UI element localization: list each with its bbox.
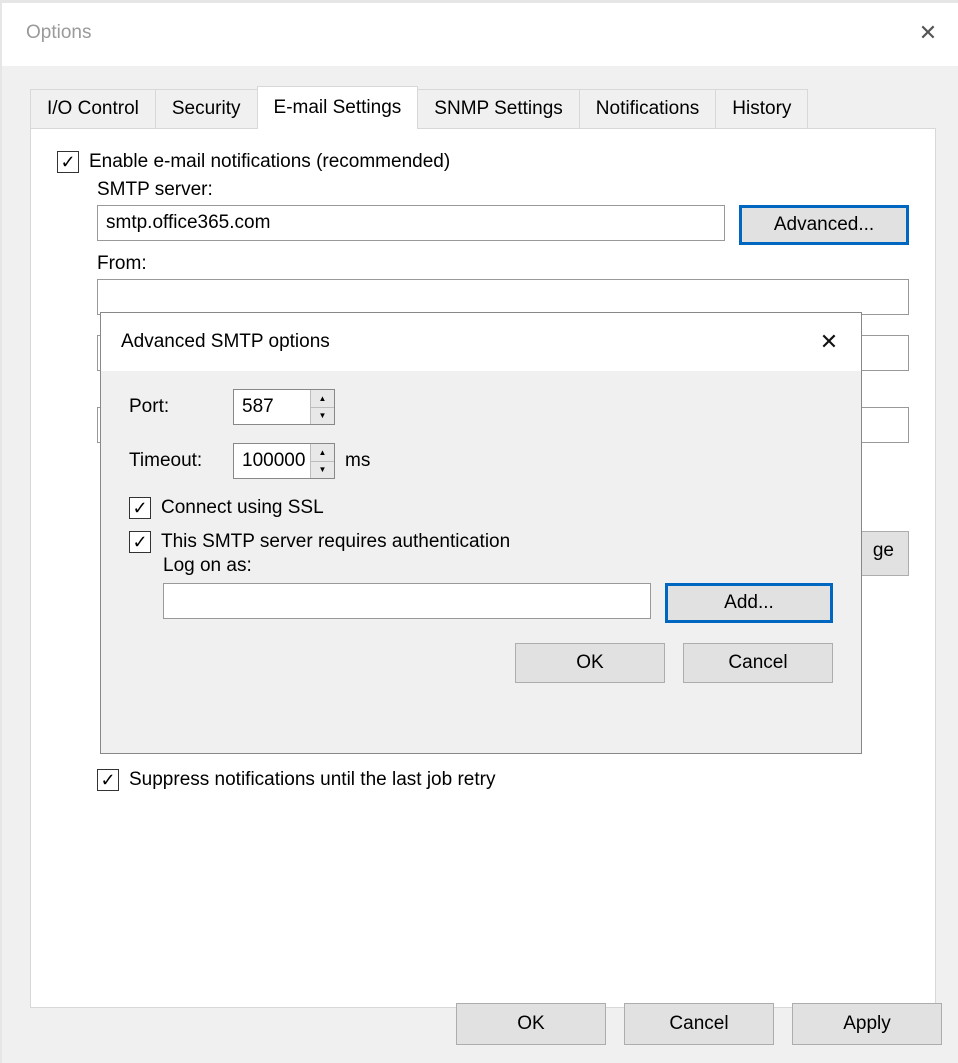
timeout-spin-up-icon[interactable]: ▲ bbox=[311, 444, 334, 462]
tab-snmp-settings[interactable]: SNMP Settings bbox=[417, 89, 579, 128]
enable-email-label: Enable e-mail notifications (recommended… bbox=[89, 151, 450, 173]
port-label: Port: bbox=[129, 396, 233, 418]
suppress-label: Suppress notifications until the last jo… bbox=[129, 769, 495, 791]
advanced-smtp-dialog: Advanced SMTP options ✕ Port: ▲ ▼ Timeou… bbox=[100, 312, 862, 754]
timeout-row: Timeout: ▲ ▼ ms bbox=[129, 443, 833, 479]
port-spinbox: ▲ ▼ bbox=[233, 389, 335, 425]
from-input[interactable] bbox=[97, 279, 909, 315]
add-button[interactable]: Add... bbox=[665, 583, 833, 623]
dialog-ok-button[interactable]: OK bbox=[515, 643, 665, 683]
titlebar: Options ✕ bbox=[2, 3, 958, 63]
tab-io-control[interactable]: I/O Control bbox=[30, 89, 156, 128]
timeout-spinbox: ▲ ▼ bbox=[233, 443, 335, 479]
dialog-titlebar: Advanced SMTP options ✕ bbox=[101, 313, 861, 371]
port-row: Port: ▲ ▼ bbox=[129, 389, 833, 425]
tab-strip: I/O Control Security E-mail Settings SNM… bbox=[30, 86, 936, 128]
close-icon[interactable]: ✕ bbox=[906, 20, 950, 46]
timeout-label: Timeout: bbox=[129, 450, 233, 472]
enable-row: Enable e-mail notifications (recommended… bbox=[57, 151, 909, 173]
timeout-input[interactable] bbox=[234, 444, 310, 478]
auth-row: This SMTP server requires authentication bbox=[129, 531, 833, 553]
dialog-cancel-button[interactable]: Cancel bbox=[683, 643, 833, 683]
advanced-button[interactable]: Advanced... bbox=[739, 205, 909, 245]
port-input[interactable] bbox=[234, 390, 310, 424]
tab-notifications[interactable]: Notifications bbox=[579, 89, 717, 128]
close-icon[interactable]: ✕ bbox=[811, 329, 847, 355]
send-test-partial-text: ge bbox=[873, 540, 894, 562]
dialog-body: Port: ▲ ▼ Timeout: ▲ ▼ ms Conne bbox=[101, 371, 861, 753]
bottom-bar: OK Cancel Apply bbox=[456, 1003, 942, 1045]
ssl-label: Connect using SSL bbox=[161, 497, 324, 519]
ssl-row: Connect using SSL bbox=[129, 497, 833, 519]
timeout-spin-down-icon[interactable]: ▼ bbox=[311, 462, 334, 479]
cancel-button[interactable]: Cancel bbox=[624, 1003, 774, 1045]
smtp-server-label: SMTP server: bbox=[97, 179, 909, 201]
suppress-checkbox[interactable] bbox=[97, 769, 119, 791]
tab-email-settings[interactable]: E-mail Settings bbox=[257, 86, 419, 129]
timeout-unit: ms bbox=[345, 450, 370, 472]
dialog-buttons: OK Cancel bbox=[129, 643, 833, 683]
from-block: From: bbox=[97, 253, 909, 315]
enable-email-checkbox[interactable] bbox=[57, 151, 79, 173]
auth-label: This SMTP server requires authentication bbox=[161, 531, 510, 553]
tab-history[interactable]: History bbox=[715, 89, 808, 128]
auth-checkbox[interactable] bbox=[129, 531, 151, 553]
logon-block: Log on as: Add... bbox=[163, 555, 833, 623]
from-label: From: bbox=[97, 253, 909, 275]
window-title: Options bbox=[26, 22, 91, 44]
port-spin-up-icon[interactable]: ▲ bbox=[311, 390, 334, 408]
ok-button[interactable]: OK bbox=[456, 1003, 606, 1045]
suppress-row: Suppress notifications until the last jo… bbox=[97, 769, 495, 791]
ssl-checkbox[interactable] bbox=[129, 497, 151, 519]
apply-button[interactable]: Apply bbox=[792, 1003, 942, 1045]
dialog-title: Advanced SMTP options bbox=[121, 331, 330, 353]
smtp-server-input[interactable] bbox=[97, 205, 725, 241]
smtp-block: SMTP server: Advanced... bbox=[97, 179, 909, 245]
port-spin-down-icon[interactable]: ▼ bbox=[311, 408, 334, 425]
tab-security[interactable]: Security bbox=[155, 89, 258, 128]
logon-input[interactable] bbox=[163, 583, 651, 619]
logon-label: Log on as: bbox=[163, 555, 833, 577]
